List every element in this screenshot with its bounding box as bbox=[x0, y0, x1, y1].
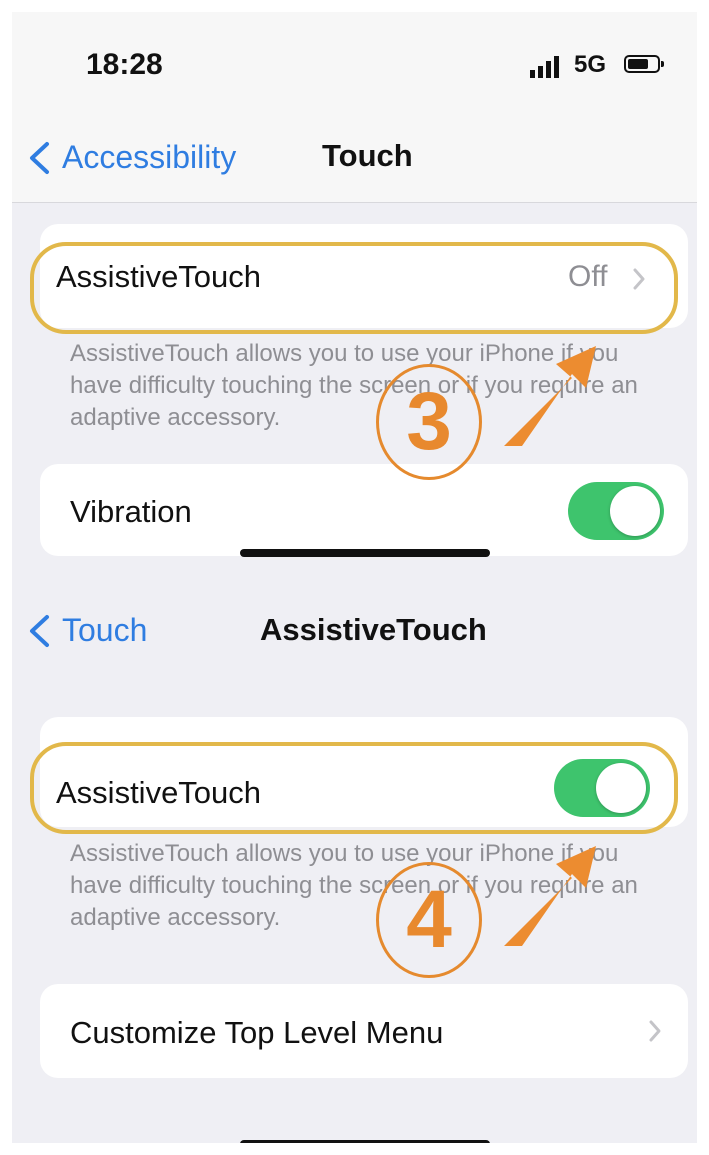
customize-menu-cell[interactable]: Customize Top Level Menu bbox=[40, 984, 688, 1078]
chevron-right-icon bbox=[649, 1020, 661, 1042]
arrow-icon bbox=[504, 346, 596, 446]
back-button-touch[interactable]: Touch bbox=[26, 612, 147, 649]
vibration-cell: Vibration bbox=[40, 464, 688, 556]
status-bar: 18:28 5G bbox=[12, 12, 697, 112]
arrow-icon bbox=[504, 846, 596, 946]
vibration-toggle[interactable] bbox=[568, 482, 664, 540]
page-title: AssistiveTouch bbox=[260, 612, 487, 647]
nav-bar-assistive-touch: Touch AssistiveTouch bbox=[12, 584, 697, 674]
step-3-badge: 3 bbox=[376, 364, 482, 480]
signal-icon bbox=[530, 56, 559, 78]
back-label: Accessibility bbox=[62, 139, 237, 175]
status-time: 18:28 bbox=[86, 48, 163, 81]
phone-screen: 18:28 5G Accessibility Touch AssistiveTo… bbox=[12, 12, 697, 1143]
chevron-left-icon bbox=[30, 141, 49, 174]
nav-bar-touch: Accessibility Touch bbox=[12, 112, 697, 203]
battery-icon bbox=[624, 55, 664, 73]
page-title: Touch bbox=[322, 138, 413, 173]
network-type: 5G bbox=[574, 51, 607, 78]
chevron-left-icon bbox=[30, 614, 49, 647]
vibration-label: Vibration bbox=[70, 494, 192, 529]
home-indicator bbox=[240, 1140, 490, 1143]
customize-menu-label: Customize Top Level Menu bbox=[70, 1015, 444, 1050]
back-label: Touch bbox=[62, 612, 148, 648]
highlight-outline bbox=[30, 742, 678, 834]
step-4-badge: 4 bbox=[376, 862, 482, 978]
highlight-outline bbox=[30, 242, 678, 334]
back-button-accessibility[interactable]: Accessibility bbox=[26, 139, 236, 176]
home-indicator bbox=[240, 549, 490, 557]
